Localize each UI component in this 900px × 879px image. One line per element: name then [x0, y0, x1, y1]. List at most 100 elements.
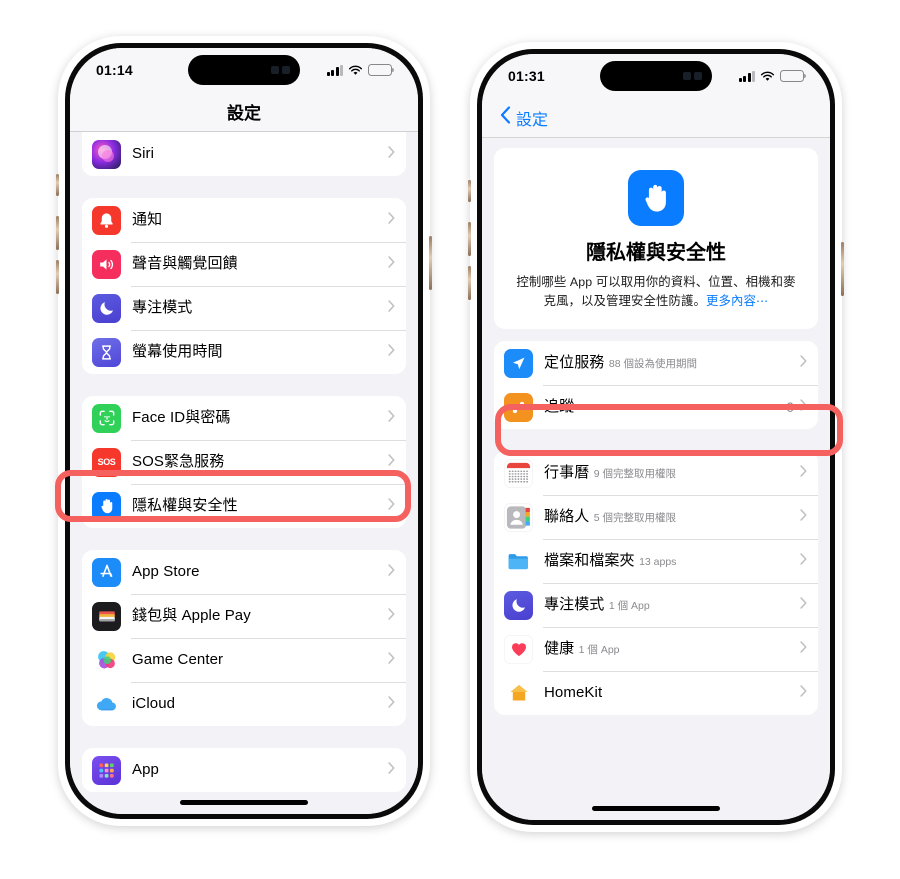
island-indicator-icons	[683, 72, 702, 80]
privacy-hero-title: 隱私權與安全性	[586, 242, 726, 264]
list-item-focus[interactable]: 專注模式	[82, 286, 406, 330]
status-indicators	[738, 70, 807, 82]
list-item-face-id[interactable]: Face ID與密碼	[82, 396, 406, 440]
chevron-right-icon	[800, 464, 807, 482]
list-item-text: 通知	[132, 206, 388, 235]
hand-icon	[92, 491, 121, 521]
list-item-text: HomeKit	[544, 679, 800, 708]
list-item-tracking[interactable]: 追蹤 0	[494, 385, 818, 430]
list-item-text: 定位服務 88 個設為使用期間	[544, 349, 800, 378]
iphone-right: 01:31 設定 隱私權與安全性 控制哪些 App 可以取用你的資料、位置、相機…	[468, 42, 844, 832]
chevron-right-icon	[800, 552, 807, 570]
list-item-label: SOS緊急服務	[132, 452, 225, 470]
list-item-location-services[interactable]: 定位服務 88 個設為使用期間	[494, 341, 818, 386]
list-item-app-store[interactable]: App Store	[82, 550, 406, 594]
phone-screen-left: 01:14 設定 Siri 通知 聲音與觸覺回饋 專注模式 螢幕使用時間 Fac…	[70, 48, 418, 814]
list-item-text: 錢包與 Apple Pay	[132, 602, 388, 631]
list-item-contacts[interactable]: 聯絡人 5 個完整取用權限	[494, 495, 818, 540]
list-item-icloud[interactable]: iCloud	[82, 682, 406, 726]
settings-group-siri-group: Siri	[82, 132, 406, 176]
wifi-icon	[760, 71, 775, 82]
back-button-label[interactable]: 設定	[516, 106, 548, 130]
heart-icon	[504, 634, 533, 664]
folder-icon	[504, 546, 533, 576]
phone-screen-right: 01:31 設定 隱私權與安全性 控制哪些 App 可以取用你的資料、位置、相機…	[482, 54, 830, 820]
chevron-right-icon	[388, 497, 395, 515]
dynamic-island	[188, 55, 300, 85]
home-indicator[interactable]	[592, 806, 720, 811]
volume-up-button[interactable]	[468, 222, 471, 256]
list-item-notifications[interactable]: 通知	[82, 198, 406, 242]
screenshot-stage: 01:14 設定 Siri 通知 聲音與觸覺回饋 專注模式 螢幕使用時間 Fac…	[0, 0, 900, 879]
cellular-bars-icon	[738, 70, 755, 82]
volume-up-button[interactable]	[56, 216, 59, 250]
list-item-text: Game Center	[132, 646, 388, 675]
speaker-icon	[92, 249, 121, 279]
settings-group-system-group: 通知 聲音與觸覺回饋 專注模式 螢幕使用時間	[82, 198, 406, 374]
list-item-label: Face ID與密碼	[132, 408, 231, 426]
list-item-game-center[interactable]: Game Center	[82, 638, 406, 682]
settings-list-left[interactable]: Siri 通知 聲音與觸覺回饋 專注模式 螢幕使用時間 Face ID與密碼 S…	[70, 132, 418, 814]
back-chevron-icon[interactable]	[500, 106, 511, 129]
moon-icon	[92, 293, 121, 323]
list-item-homekit[interactable]: HomeKit	[494, 671, 818, 716]
battery-low-icon	[780, 70, 807, 82]
list-item-calendar[interactable]: 行事曆 9 個完整取用權限	[494, 451, 818, 496]
home-icon	[504, 678, 533, 708]
chevron-right-icon	[388, 255, 395, 273]
list-item-label: 錢包與 Apple Pay	[132, 606, 251, 624]
apps-icon	[92, 755, 121, 785]
chevron-right-icon	[388, 563, 395, 581]
phone-bezel: 01:31 設定 隱私權與安全性 控制哪些 App 可以取用你的資料、位置、相機…	[477, 49, 835, 825]
list-item-health[interactable]: 健康 1 個 App	[494, 627, 818, 672]
list-item-text: 隱私權與安全性	[132, 492, 388, 521]
calendar-icon	[504, 458, 533, 488]
list-item-subtitle: 1 個 App	[608, 600, 650, 613]
settings-group-apps-group: App	[82, 748, 406, 792]
list-item-text: 追蹤	[544, 393, 786, 422]
list-item-files-folders[interactable]: 檔案和檔案夾 13 apps	[494, 539, 818, 584]
icloud-icon	[92, 689, 121, 719]
list-item-apps[interactable]: App	[82, 748, 406, 792]
list-item-text: 健康 1 個 App	[544, 635, 800, 664]
list-item-text: 行事曆 9 個完整取用權限	[544, 459, 800, 488]
mute-switch[interactable]	[468, 180, 471, 202]
list-item-text: SOS緊急服務	[132, 448, 388, 477]
volume-down-button[interactable]	[468, 266, 471, 300]
settings-group-location-group: 定位服務 88 個設為使用期間 追蹤 0	[494, 341, 818, 430]
power-button[interactable]	[841, 242, 844, 296]
list-item-emergency-sos[interactable]: SOS SOS緊急服務	[82, 440, 406, 484]
more-info-link[interactable]: 更多內容⋯	[706, 294, 768, 308]
cellular-bars-icon	[326, 64, 343, 76]
home-indicator[interactable]	[180, 800, 308, 805]
list-item-label: 螢幕使用時間	[132, 342, 223, 360]
mute-switch[interactable]	[56, 174, 59, 196]
list-item-wallet[interactable]: 錢包與 Apple Pay	[82, 594, 406, 638]
chevron-right-icon	[388, 409, 395, 427]
chevron-right-icon	[388, 651, 395, 669]
volume-down-button[interactable]	[56, 260, 59, 294]
list-item-focus[interactable]: 專注模式 1 個 App	[494, 583, 818, 628]
phone-bezel: 01:14 設定 Siri 通知 聲音與觸覺回饋 專注模式 螢幕使用時間 Fac…	[65, 43, 423, 819]
power-button[interactable]	[429, 236, 432, 290]
list-item-label: App	[132, 760, 159, 778]
list-item-screen-time[interactable]: 螢幕使用時間	[82, 330, 406, 374]
chevron-right-icon	[388, 695, 395, 713]
list-item-text: 螢幕使用時間	[132, 338, 388, 367]
navigation-bar-left: 設定	[70, 92, 418, 132]
list-item-sounds-haptics[interactable]: 聲音與觸覺回饋	[82, 242, 406, 286]
siri-icon	[92, 139, 121, 169]
chevron-right-icon	[388, 761, 395, 779]
bell-icon	[92, 205, 121, 235]
list-item-siri[interactable]: Siri	[82, 132, 406, 176]
list-item-label: Siri	[132, 144, 155, 162]
list-item-privacy-security[interactable]: 隱私權與安全性	[82, 484, 406, 528]
privacy-list-right[interactable]: 隱私權與安全性 控制哪些 App 可以取用你的資料、位置、相機和麥克風，以及管理…	[482, 138, 830, 820]
hourglass-icon	[92, 337, 121, 367]
list-item-label: 隱私權與安全性	[132, 496, 238, 514]
chevron-right-icon	[800, 684, 807, 702]
